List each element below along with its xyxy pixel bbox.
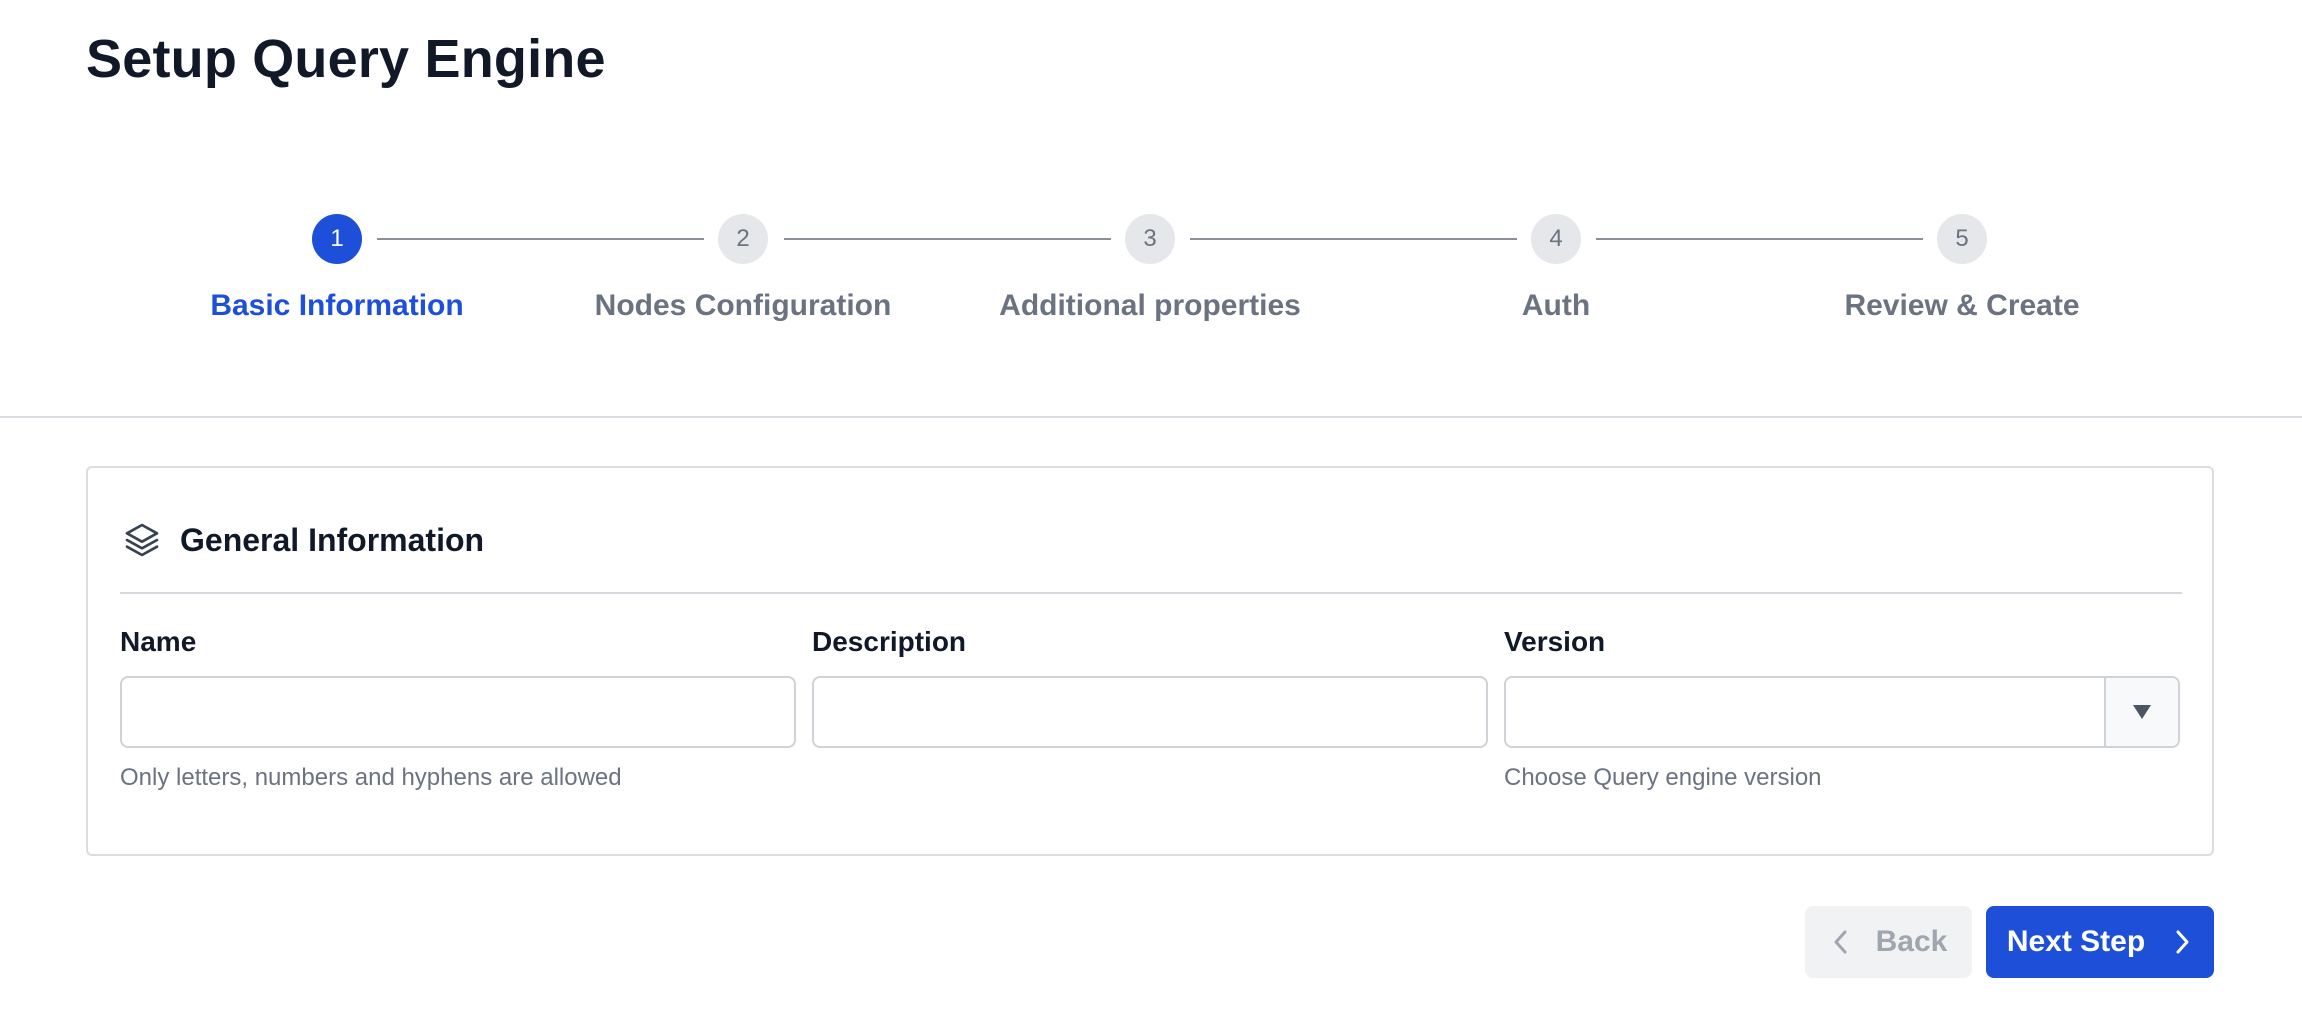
step-number: 2	[718, 214, 768, 264]
next-step-label: Next Step	[2006, 925, 2146, 958]
version-label: Version	[1504, 626, 1606, 657]
version-field: Version Choose Query engine version	[1504, 626, 2180, 792]
step-label: Nodes Configuration	[594, 289, 892, 322]
step-label: Review & Create	[1844, 289, 2080, 322]
step-number: 5	[1937, 214, 1987, 264]
step-label: Additional properties	[999, 289, 1301, 322]
step-number: 1	[312, 214, 362, 264]
step-label: Basic Information	[210, 289, 464, 322]
name-field: Name Only letters, numbers and hyphens a…	[120, 626, 796, 792]
name-help-text: Only letters, numbers and hyphens are al…	[120, 764, 622, 791]
step-number: 3	[1125, 214, 1175, 264]
back-label: Back	[1875, 925, 1948, 958]
layers-icon	[122, 520, 162, 560]
version-select-value[interactable]	[1506, 678, 2104, 746]
description-input[interactable]	[812, 676, 1488, 748]
step-additional-properties[interactable]: 3 Additional properties	[940, 214, 1360, 323]
description-label: Description	[812, 626, 967, 657]
stepper: 1 Basic Information 2 Nodes Configuratio…	[0, 214, 2302, 344]
step-basic-information[interactable]: 1 Basic Information	[127, 214, 547, 323]
next-step-button[interactable]: Next Step	[1986, 906, 2214, 978]
card-divider	[120, 592, 2182, 594]
caret-down-icon	[2133, 705, 2151, 719]
card-title: General Information	[180, 521, 485, 558]
name-input[interactable]	[120, 676, 796, 748]
chevron-right-icon	[2171, 928, 2193, 956]
page-title: Setup Query Engine	[86, 29, 606, 89]
step-number: 4	[1531, 214, 1581, 264]
section-divider	[0, 416, 2302, 418]
chevron-left-icon	[1830, 928, 1852, 956]
step-label: Auth	[1521, 289, 1591, 322]
general-information-card: General Information Name Only letters, n…	[86, 466, 2214, 856]
description-field: Description	[812, 626, 1488, 748]
back-button[interactable]: Back	[1805, 906, 1972, 978]
name-label: Name	[120, 626, 197, 657]
version-dropdown-button[interactable]	[2104, 678, 2178, 746]
step-auth[interactable]: 4 Auth	[1346, 214, 1766, 323]
card-header: General Information	[122, 518, 484, 562]
version-help-text: Choose Query engine version	[1504, 764, 1822, 791]
version-select[interactable]	[1504, 676, 2180, 748]
step-nodes-configuration[interactable]: 2 Nodes Configuration	[533, 214, 953, 323]
step-review-create[interactable]: 5 Review & Create	[1752, 214, 2172, 323]
